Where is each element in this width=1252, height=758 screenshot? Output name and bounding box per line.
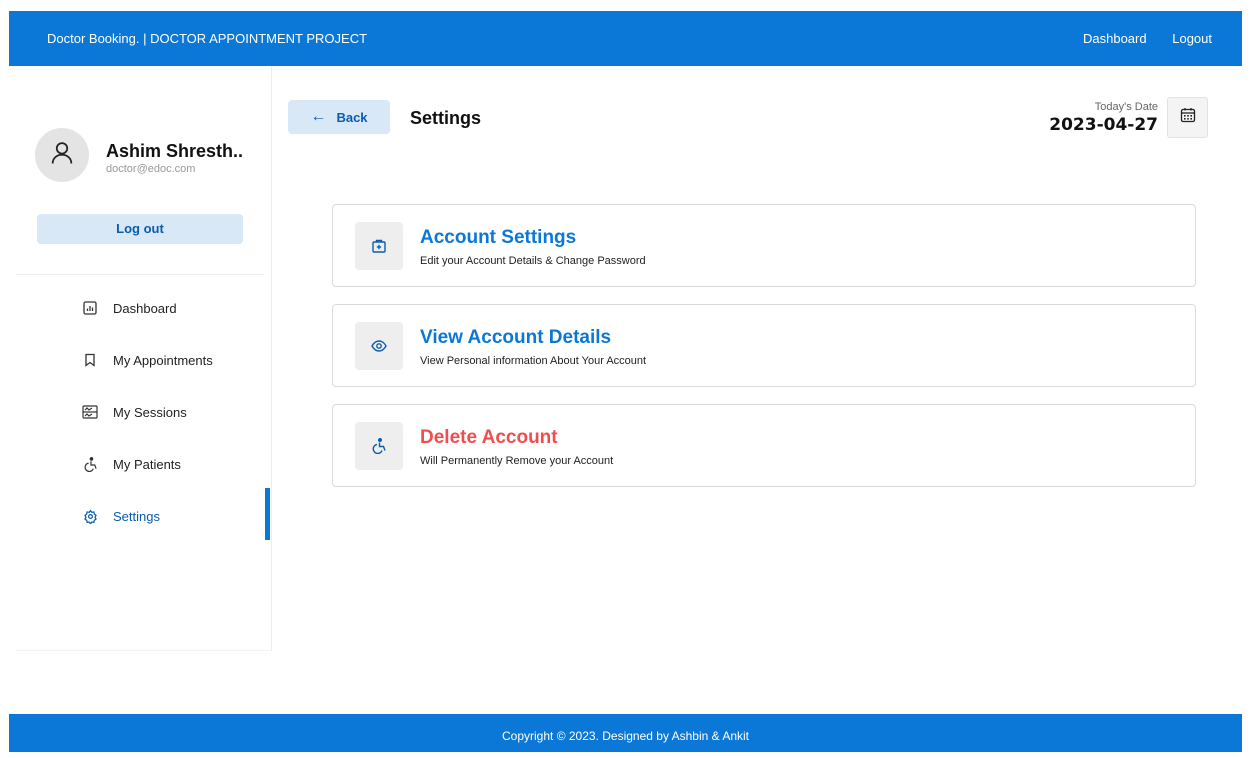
calendar-icon [1180,107,1196,128]
back-button[interactable]: ← Back [288,100,390,134]
gear-icon [81,507,99,525]
user-name: Ashim Shresth.. [106,141,244,161]
sidebar: Ashim Shresth.. doctor@edoc.com Log out … [16,66,272,651]
footer-text: Copyright © 2023. Designed by Ashbin & A… [502,729,749,743]
date-label: Today's Date [1094,101,1158,113]
brand-title[interactable]: Doctor Booking. | DOCTOR APPOINTMENT PRO… [47,31,367,46]
sidebar-divider [16,274,264,275]
sidebar-item-label: My Sessions [113,404,187,420]
card-subtitle: Will Permanently Remove your Account [420,455,614,467]
view-account-details-card[interactable]: View Account Details View Personal infor… [332,304,1196,387]
bookmark-icon [81,351,99,369]
top-nav: Dashboard Logout [1061,31,1212,46]
avatar [35,128,89,182]
dashboard-icon [81,299,99,317]
top-navbar: Doctor Booking. | DOCTOR APPOINTMENT PRO… [9,11,1242,66]
eye-icon [355,322,403,370]
sidebar-item-label: Settings [113,508,160,524]
sidebar-item-appointments[interactable]: My Appointments [81,348,213,372]
sidebar-item-dashboard[interactable]: Dashboard [81,296,177,320]
arrow-left-icon: ← [310,108,327,125]
card-title: View Account Details [420,327,612,348]
back-label: Back [336,109,368,125]
card-title: Account Settings [420,227,577,248]
date-value: 2023-04-27 [1049,115,1158,135]
user-email: doctor@edoc.com [106,163,196,175]
card-subtitle: Edit your Account Details & Change Passw… [420,255,646,267]
active-indicator [265,488,270,540]
card-title: Delete Account [420,427,558,448]
wheelchair-icon [81,455,99,473]
sidebar-item-settings[interactable]: Settings [81,504,160,528]
page-title: Settings [410,108,482,128]
user-icon [48,139,76,172]
delete-account-card[interactable]: Delete Account Will Permanently Remove y… [332,404,1196,487]
calendar-button[interactable] [1167,97,1208,138]
sidebar-item-label: Dashboard [113,300,177,316]
sidebar-item-sessions[interactable]: My Sessions [81,400,187,424]
account-settings-card[interactable]: Account Settings Edit your Account Detai… [332,204,1196,287]
sidebar-item-label: My Appointments [113,352,213,368]
footer: Copyright © 2023. Designed by Ashbin & A… [9,714,1242,752]
wheelchair-icon [355,422,403,470]
medical-case-icon [355,222,403,270]
schedule-icon [81,403,99,421]
sidebar-item-label: My Patients [113,456,181,472]
logout-button[interactable]: Log out [37,214,243,244]
nav-logout-link[interactable]: Logout [1172,31,1212,46]
card-subtitle: View Personal information About Your Acc… [420,355,647,367]
nav-dashboard-link[interactable]: Dashboard [1083,31,1147,46]
sidebar-item-patients[interactable]: My Patients [81,452,181,476]
